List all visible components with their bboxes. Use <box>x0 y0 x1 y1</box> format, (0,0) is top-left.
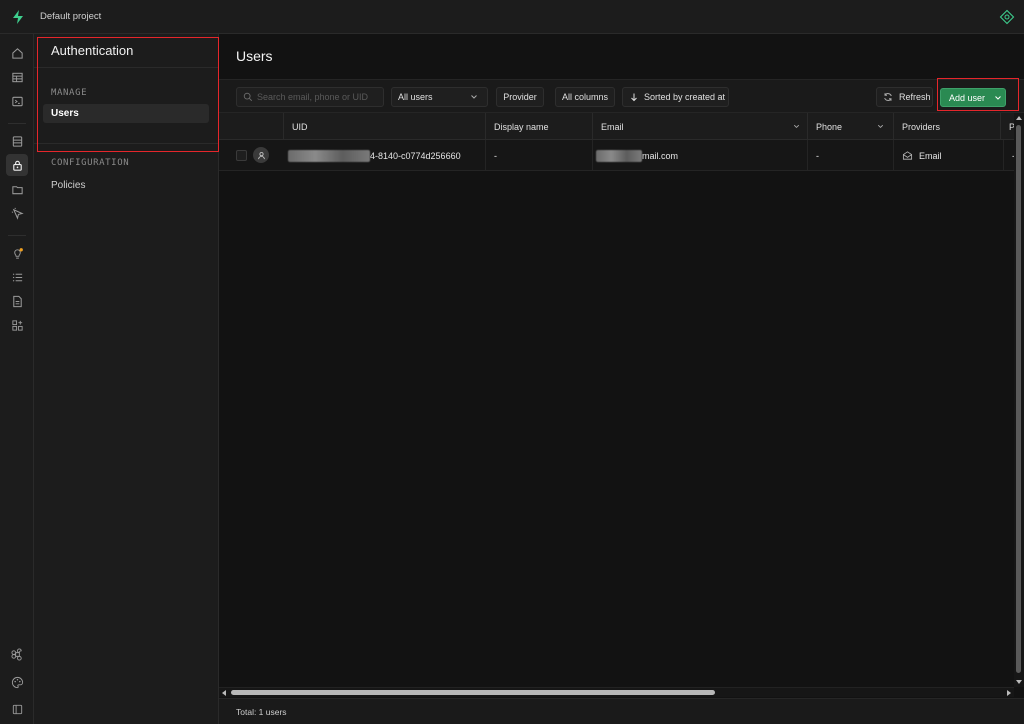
integrations-icon[interactable] <box>8 316 26 334</box>
scroll-down-arrow-icon[interactable] <box>1015 679 1023 685</box>
vertical-scroll-thumb[interactable] <box>1016 125 1021 673</box>
sort-button[interactable]: Sorted by created at <box>622 87 729 107</box>
column-header-display-name[interactable]: Display name <box>485 113 592 140</box>
table-editor-icon[interactable] <box>8 68 26 86</box>
api-docs-icon[interactable] <box>8 292 26 310</box>
column-phone-label: Phone <box>816 121 843 132</box>
sidebar-title: Authentication <box>51 43 134 58</box>
main-content: Users All users Provider All columns Sor… <box>219 34 1024 724</box>
manage-section-heading: MANAGE <box>51 88 88 98</box>
supabase-logo-icon[interactable] <box>0 0 36 34</box>
chevron-down-icon[interactable] <box>792 122 801 131</box>
storage-icon[interactable] <box>8 180 26 198</box>
advisors-lightbulb-icon[interactable] <box>8 244 26 262</box>
redacted-uid-prefix <box>288 149 370 162</box>
sort-label: Sorted by created at <box>644 92 726 102</box>
search-field[interactable] <box>236 87 384 107</box>
scroll-up-arrow-icon[interactable] <box>1015 115 1023 121</box>
page-title: Users <box>236 48 273 64</box>
sql-editor-icon[interactable] <box>8 92 26 110</box>
scroll-left-arrow-icon[interactable] <box>221 689 227 697</box>
columns-label: All columns <box>561 92 608 102</box>
display-name-value: - <box>494 150 497 161</box>
column-uid-label: UID <box>292 121 308 132</box>
column-header-providers[interactable]: Providers <box>893 113 1003 140</box>
cell-display-name[interactable]: - <box>485 140 592 171</box>
table-footer: Total: 1 users <box>219 698 1024 724</box>
sidebar-item-policies[interactable]: Policies <box>43 176 209 195</box>
vertical-scrollbar[interactable] <box>1014 113 1024 687</box>
row-checkbox[interactable] <box>236 150 247 161</box>
chevron-down-icon <box>471 95 477 99</box>
cell-uid[interactable]: 4-8140-c0774d256660 <box>283 140 485 171</box>
horizontal-scroll-thumb[interactable] <box>231 690 715 695</box>
search-icon <box>243 92 253 102</box>
add-user-label: Add user <box>949 92 986 103</box>
column-providers-label: Providers <box>902 121 941 132</box>
top-bar: Default project <box>0 0 1024 34</box>
redacted-email-prefix <box>596 149 642 162</box>
rail-divider <box>8 235 26 236</box>
cell-providers[interactable]: Email <box>893 140 1003 171</box>
refresh-button[interactable]: Refresh <box>876 87 933 107</box>
edge-functions-icon[interactable] <box>8 204 26 222</box>
user-filter-select[interactable]: All users <box>391 87 488 107</box>
search-input[interactable] <box>257 92 377 102</box>
users-table-header: UID Display name Email Phone Providers P <box>219 113 1024 140</box>
theme-palette-icon[interactable] <box>8 673 26 691</box>
provider-value: Email <box>919 150 942 161</box>
database-icon[interactable] <box>8 132 26 150</box>
columns-button[interactable]: All columns <box>555 87 615 107</box>
authentication-icon[interactable] <box>6 154 28 176</box>
phone-value: - <box>816 150 819 161</box>
refresh-icon <box>884 93 892 101</box>
diamond-icon[interactable] <box>998 8 1016 26</box>
provider-filter-button[interactable]: Provider <box>496 87 544 107</box>
cell-phone[interactable]: - <box>807 140 893 171</box>
sidebar-item-users[interactable]: Users <box>43 104 209 123</box>
refresh-label: Refresh <box>899 92 931 102</box>
column-header-uid[interactable]: UID <box>283 113 483 140</box>
authentication-sidebar: Authentication MANAGE Users CONFIGURATIO… <box>34 34 219 724</box>
users-toolbar: All users Provider All columns Sorted by… <box>219 79 1024 113</box>
horizontal-scrollbar[interactable] <box>219 687 1014 697</box>
user-avatar-icon <box>253 147 269 163</box>
chevron-down-icon <box>995 95 1001 100</box>
logs-list-icon[interactable] <box>8 268 26 286</box>
column-header-email[interactable]: Email <box>592 113 809 140</box>
project-name[interactable]: Default project <box>40 11 101 22</box>
total-users-count: Total: 1 users <box>236 706 287 717</box>
chevron-down-icon[interactable] <box>876 122 885 131</box>
cell-email[interactable]: mail.com <box>592 140 807 171</box>
envelope-icon <box>902 151 913 160</box>
add-user-button[interactable]: Add user <box>940 88 1006 107</box>
arrow-down-icon <box>631 93 637 102</box>
collapse-sidebar-icon[interactable] <box>8 700 26 718</box>
provider-filter-label: Provider <box>503 92 537 102</box>
column-display-name-label: Display name <box>494 121 549 132</box>
scroll-right-arrow-icon[interactable] <box>1006 689 1012 697</box>
configuration-section-heading: CONFIGURATION <box>51 158 130 168</box>
email-value: mail.com <box>642 150 679 161</box>
home-icon[interactable] <box>8 44 26 62</box>
table-row[interactable]: 4-8140-c0774d256660 - mail.com - Email - <box>219 140 1024 171</box>
column-email-label: Email <box>601 121 624 132</box>
icon-rail <box>0 34 34 724</box>
sidebar-header: Authentication <box>34 34 218 68</box>
rail-divider <box>8 123 26 124</box>
user-filter-value: All users <box>398 92 433 102</box>
command-icon[interactable] <box>8 645 26 663</box>
uid-value: 4-8140-c0774d256660 <box>370 150 461 161</box>
column-header-phone[interactable]: Phone <box>807 113 893 140</box>
